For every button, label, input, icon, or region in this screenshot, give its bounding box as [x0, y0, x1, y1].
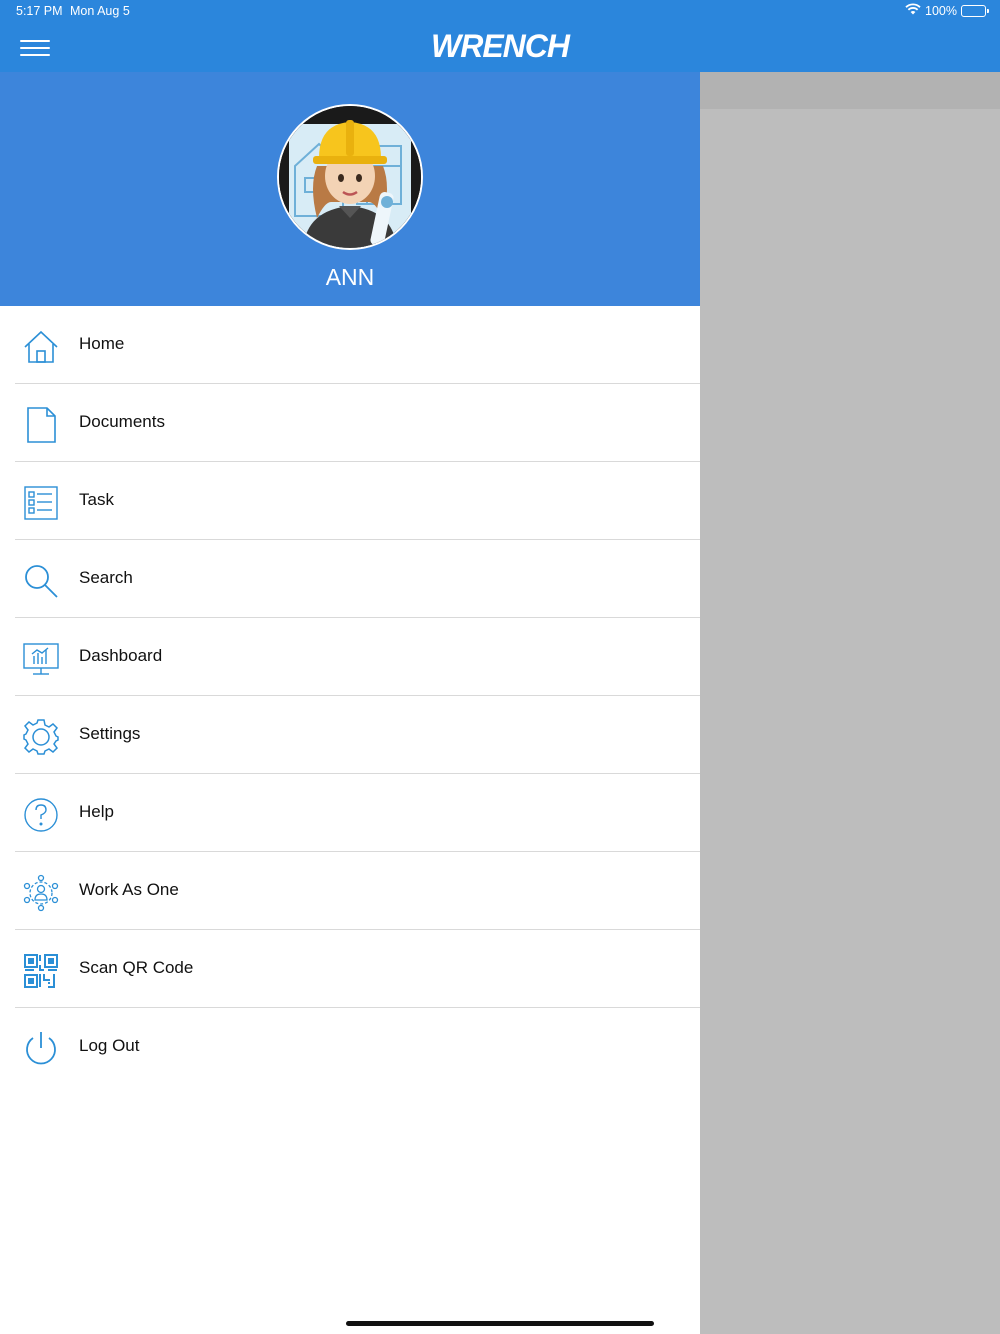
- search-icon: [22, 562, 60, 600]
- gear-icon: [22, 718, 60, 756]
- menu-label: Documents: [79, 412, 165, 431]
- status-bar: 5:17 PM Mon Aug 5 100%: [0, 0, 1000, 24]
- profile-name: ANN: [325, 264, 375, 290]
- menu-label: Settings: [79, 724, 141, 743]
- help-icon: [22, 796, 60, 834]
- battery-icon: [961, 4, 989, 17]
- menu-label: Work As One: [79, 880, 179, 899]
- battery-percent: 100%: [925, 3, 957, 18]
- menu-item-work-as-one[interactable]: Work As One: [0, 852, 700, 930]
- status-time: 5:17 PM: [16, 4, 63, 18]
- overlay-header-strip: [700, 72, 1000, 109]
- team-network-icon: [22, 874, 60, 912]
- menu-label: Scan QR Code: [79, 958, 194, 977]
- menu-item-scan-qr-code[interactable]: Scan QR Code: [0, 930, 700, 1008]
- home-icon: [22, 328, 60, 366]
- menu-item-help[interactable]: Help: [0, 774, 700, 852]
- menu-item-log-out[interactable]: Log Out: [0, 1008, 700, 1086]
- navigation-menu: Home Documents Task Search Dashboard Set…: [0, 306, 700, 1086]
- qr-code-icon: [22, 952, 60, 990]
- wrench-logo: WRENCH: [431, 28, 570, 64]
- menu-label: Log Out: [79, 1036, 140, 1055]
- menu-item-home[interactable]: Home: [0, 306, 700, 384]
- menu-item-documents[interactable]: Documents: [0, 384, 700, 462]
- menu-label: Search: [79, 568, 133, 587]
- home-indicator[interactable]: [346, 1321, 654, 1326]
- task-list-icon: [22, 484, 60, 522]
- menu-label: Task: [79, 490, 114, 509]
- status-indicators: 100%: [905, 3, 989, 18]
- avatar[interactable]: [277, 104, 423, 250]
- menu-item-task[interactable]: Task: [0, 462, 700, 540]
- menu-item-dashboard[interactable]: Dashboard: [0, 618, 700, 696]
- top-navigation-bar: 5:17 PM Mon Aug 5 100% WRENCH: [0, 0, 1000, 72]
- document-icon: [22, 406, 60, 444]
- dashboard-icon: [22, 640, 60, 678]
- power-icon: [22, 1030, 60, 1068]
- menu-item-settings[interactable]: Settings: [0, 696, 700, 774]
- side-drawer: ANN Home Documents Task Search Dashboard…: [0, 72, 700, 1334]
- profile-header: ANN: [0, 72, 700, 306]
- wifi-icon: [905, 3, 921, 18]
- menu-label: Dashboard: [79, 646, 163, 665]
- menu-label: Help: [79, 802, 114, 821]
- menu-label: Home: [79, 334, 125, 353]
- status-date: Mon Aug 5: [70, 4, 130, 18]
- dimmed-content-overlay[interactable]: [700, 72, 1000, 1334]
- menu-item-search[interactable]: Search: [0, 540, 700, 618]
- construction-worker-avatar-icon: [279, 106, 421, 248]
